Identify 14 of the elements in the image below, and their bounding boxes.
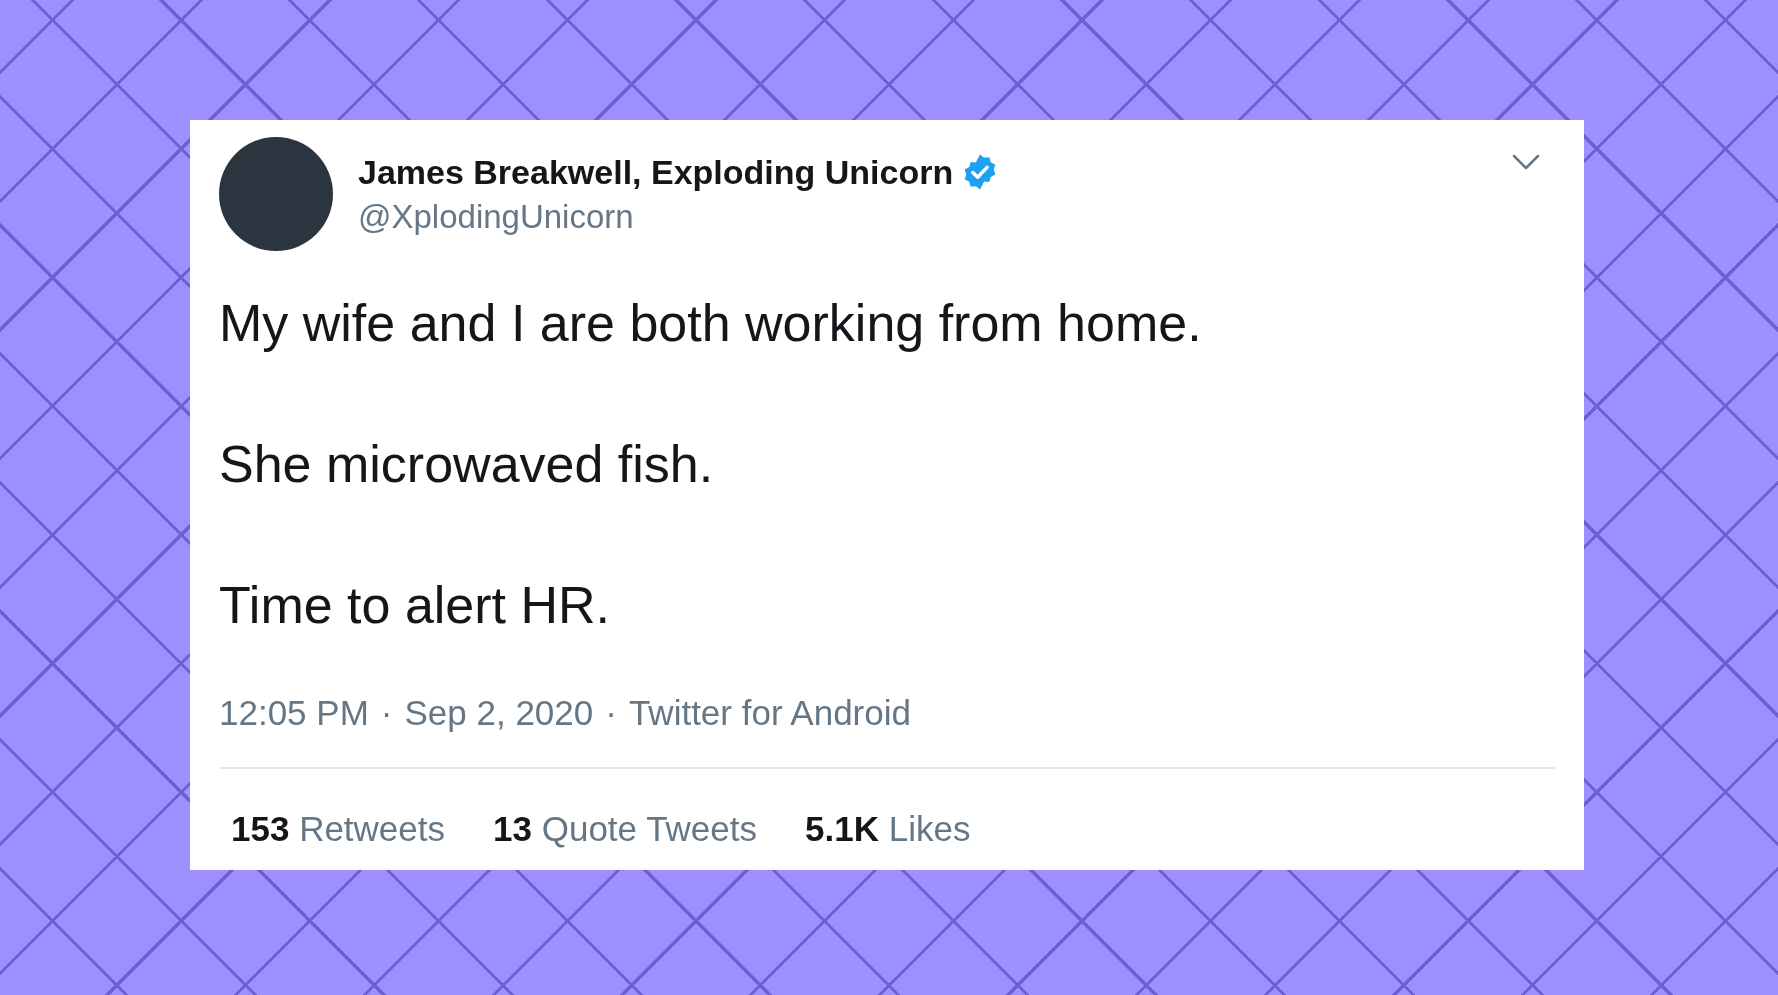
stat-link[interactable]: 153 Retweets (231, 809, 446, 849)
stat-link[interactable]: 13 Quote Tweets (493, 809, 757, 849)
author-name[interactable]: James Breakwell, Exploding Unicorn (358, 152, 954, 192)
tweet-text: My wife and I are both working from home. (219, 293, 1203, 353)
tweet-text: Time to alert HR. (219, 575, 612, 635)
tweet-text: She microwaved fish. (219, 434, 715, 494)
author-handle[interactable]: @XplodingUnicorn (358, 197, 1487, 236)
stat-link[interactable]: 5.1K Likes (805, 809, 971, 849)
separator-dot: · (380, 693, 393, 733)
source-link[interactable]: Twitter for Android (628, 693, 911, 733)
chevron-down-icon[interactable] (1512, 154, 1540, 170)
separator-dot: · (605, 693, 617, 733)
timestamp-link[interactable]: Sep 2, 2020 (404, 693, 594, 733)
timestamp-link[interactable]: 12:05 PM (219, 693, 369, 733)
